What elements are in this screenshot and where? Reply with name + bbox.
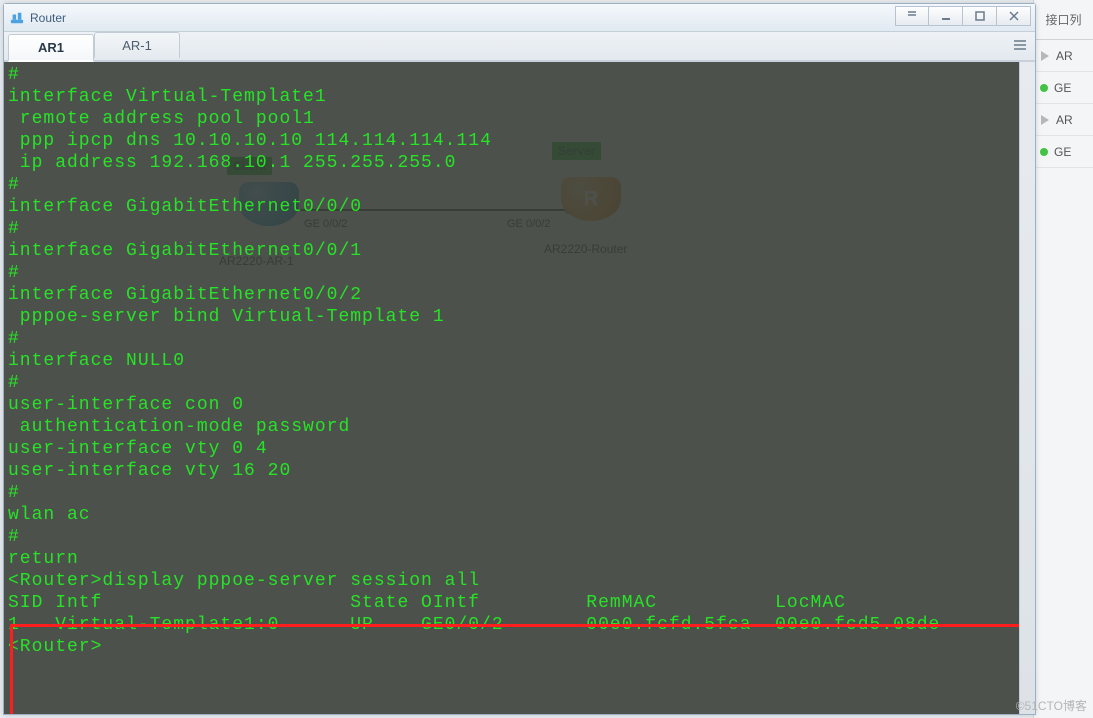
status-led-green	[1040, 148, 1048, 156]
maximize-button[interactable]	[963, 6, 997, 26]
window-buttons	[895, 6, 1031, 26]
app-icon	[10, 11, 24, 25]
terminal-line: interface GigabitEthernet0/0/1	[8, 240, 1031, 262]
terminal-line: #	[8, 262, 1031, 284]
router-console-window: Router AR1AR-1 R	[3, 3, 1036, 715]
watermark: ©51CTO博客	[1016, 697, 1087, 714]
minimize-button[interactable]	[929, 6, 963, 26]
terminal-line: <Router>	[8, 636, 1031, 658]
terminal-line: #	[8, 372, 1031, 394]
side-panel-row[interactable]: AR	[1034, 40, 1093, 72]
terminal-line: #	[8, 526, 1031, 548]
terminal-line: ppp ipcp dns 10.10.10.10 114.114.114.114	[8, 130, 1031, 152]
tab-ar1[interactable]: AR1	[8, 34, 94, 62]
side-panel-row-label: AR	[1056, 49, 1073, 63]
terminal-line: interface Virtual-Template1	[8, 86, 1031, 108]
terminal-line: pppoe-server bind Virtual-Template 1	[8, 306, 1031, 328]
terminal-line: authentication-mode password	[8, 416, 1031, 438]
scrollbar-track[interactable]	[1019, 62, 1035, 714]
pin-button[interactable]	[895, 6, 929, 26]
titlebar[interactable]: Router	[4, 4, 1035, 32]
side-panel-row[interactable]: GE	[1034, 136, 1093, 168]
terminal-line: #	[8, 218, 1031, 240]
side-panel-row-label: AR	[1056, 113, 1073, 127]
tab-strip: AR1AR-1	[4, 32, 1035, 62]
terminal-line: #	[8, 174, 1031, 196]
side-panel-row-label: GE	[1054, 81, 1071, 95]
terminal-line: wlan ac	[8, 504, 1031, 526]
terminal-line: #	[8, 482, 1031, 504]
terminal-line: SID Intf State OIntf RemMAC LocMAC	[8, 592, 1031, 614]
tab-ar-1[interactable]: AR-1	[94, 32, 180, 58]
status-led-green	[1040, 84, 1048, 92]
collapse-icon	[1041, 115, 1049, 125]
terminal-line: remote address pool pool1	[8, 108, 1031, 130]
terminal-line: <Router>display pppoe-server session all	[8, 570, 1031, 592]
background-side-panel: 接口列 AR GE AR GE	[1033, 0, 1093, 718]
side-panel-row[interactable]: AR	[1034, 104, 1093, 136]
side-panel-row-label: GE	[1054, 145, 1071, 159]
terminal-line: user-interface vty 16 20	[8, 460, 1031, 482]
collapse-icon	[1041, 51, 1049, 61]
terminal-line: interface GigabitEthernet0/0/0	[8, 196, 1031, 218]
terminal-output[interactable]: #interface Virtual-Template1 remote addr…	[4, 62, 1035, 714]
terminal-line: #	[8, 328, 1031, 350]
terminal-line: interface NULL0	[8, 350, 1031, 372]
side-panel-header-text: 接口列	[1045, 11, 1081, 28]
close-button[interactable]	[997, 6, 1031, 26]
side-panel-header: 接口列	[1034, 0, 1093, 40]
side-panel-row[interactable]: GE	[1034, 72, 1093, 104]
terminal-line: interface GigabitEthernet0/0/2	[8, 284, 1031, 306]
tab-menu-icon[interactable]	[1013, 38, 1027, 55]
terminal-area: R GE 0/0/2 GE 0/0/2 AR2220-AR-1 AR2220-R…	[4, 62, 1035, 714]
terminal-line: 1 Virtual-Template1:0 UP GE0/0/2 00e0.fc…	[8, 614, 1031, 636]
terminal-line: return	[8, 548, 1031, 570]
window-title: Router	[30, 11, 66, 25]
terminal-line: user-interface con 0	[8, 394, 1031, 416]
terminal-line: #	[8, 64, 1031, 86]
terminal-line: user-interface vty 0 4	[8, 438, 1031, 460]
terminal-line: ip address 192.168.10.1 255.255.255.0	[8, 152, 1031, 174]
